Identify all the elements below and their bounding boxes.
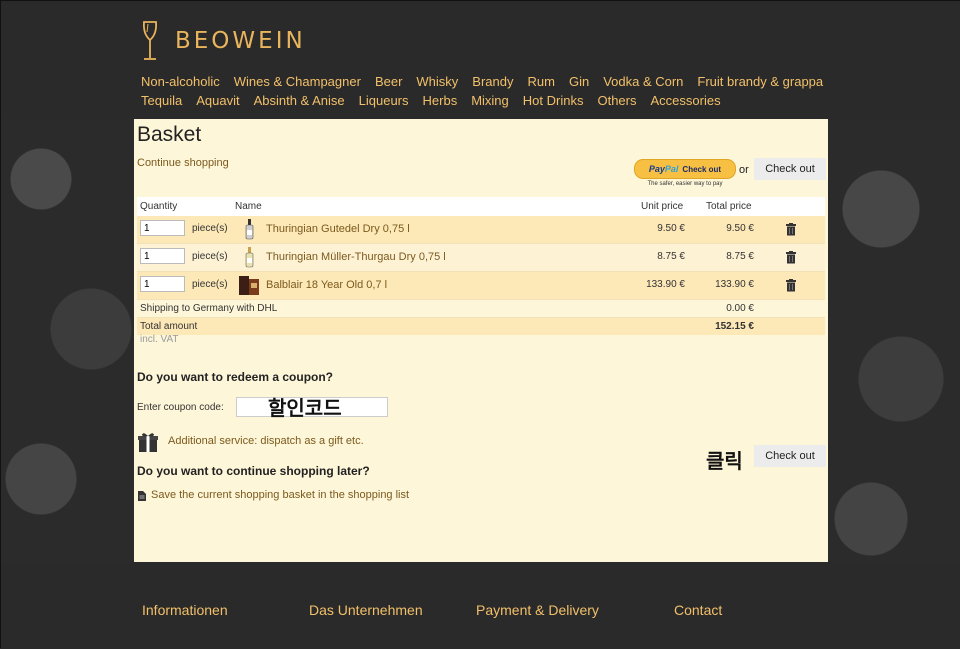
trash-icon[interactable] (785, 279, 797, 292)
nav-herbs[interactable]: Herbs (423, 92, 458, 111)
total-price: 133.90 € (715, 279, 754, 290)
table-header: Quantity Name Unit price Total price (137, 197, 825, 216)
nav-whisky[interactable]: Whisky (416, 73, 458, 92)
coupon-label: Enter coupon code: (137, 402, 224, 413)
paypal-brand-2: Pal (664, 164, 679, 174)
nav-gin[interactable]: Gin (569, 73, 589, 92)
bottle-icon (245, 247, 254, 268)
nav-aquavit[interactable]: Aquavit (196, 92, 239, 111)
nav-row-2: Tequila Aquavit Absinth & Anise Liqueurs… (141, 92, 841, 111)
unit-price: 133.90 € (646, 279, 685, 290)
nav-vodka-corn[interactable]: Vodka & Corn (603, 73, 683, 92)
unit-label: piece(s) (192, 223, 228, 234)
column-quantity: Quantity (140, 201, 178, 212)
product-link[interactable]: Balblair 18 Year Old 0,7 l (266, 279, 387, 291)
paypal-brand-1: Pay (648, 164, 665, 174)
unit-price: 8.75 € (657, 251, 685, 262)
table-row: piece(s) Thuringian Müller-Thurgau Dry 0… (137, 244, 825, 272)
bottle-icon (245, 219, 254, 240)
total-row: Total amount 152.15 € (137, 318, 825, 335)
shipping-value: 0.00 € (726, 303, 754, 314)
nav-hot-drinks[interactable]: Hot Drinks (523, 92, 584, 111)
quantity-input[interactable] (140, 276, 185, 292)
checkout-button-top[interactable]: Check out (754, 158, 826, 180)
basket-panel: Basket Continue shopping Pay Pal Check ou… (134, 119, 828, 562)
whisky-box-icon (239, 276, 259, 295)
column-total-price: Total price (706, 201, 752, 212)
nav-fruit-brandy-grappa[interactable]: Fruit brandy & grappa (697, 73, 823, 92)
shipping-row: Shipping to Germany with DHL 0.00 € (137, 300, 825, 318)
continue-later-heading: Do you want to continue shopping later? (137, 464, 370, 478)
nav-beer[interactable]: Beer (375, 73, 402, 92)
logo[interactable]: BEOWEIN (141, 19, 306, 63)
product-link[interactable]: Thuringian Müller-Thurgau Dry 0,75 l (266, 251, 446, 263)
main-nav: Non-alcoholic Wines & Champagner Beer Wh… (141, 73, 841, 111)
nav-accessories[interactable]: Accessories (650, 92, 720, 111)
gift-box-icon (138, 433, 158, 452)
nav-liqueurs[interactable]: Liqueurs (359, 92, 409, 111)
unit-label: piece(s) (192, 279, 228, 290)
unit-label: piece(s) (192, 251, 228, 262)
footer-payment-delivery[interactable]: Payment & Delivery (476, 602, 599, 618)
coupon-annotation: 할인코드 (268, 396, 342, 420)
vat-note: incl. VAT (140, 334, 179, 345)
table-row: piece(s) Balblair 18 Year Old 0,7 l 133.… (137, 272, 825, 300)
or-separator: or (739, 164, 749, 176)
footer-informationen[interactable]: Informationen (142, 602, 228, 618)
total-label: Total amount (140, 321, 198, 332)
save-basket-link[interactable]: Save the current shopping basket in the … (151, 489, 409, 501)
document-icon (138, 491, 146, 501)
paypal-checkout-button[interactable]: Pay Pal Check out (634, 159, 736, 179)
total-value: 152.15 € (715, 321, 754, 332)
nav-absinth-anise[interactable]: Absinth & Anise (254, 92, 345, 111)
continue-shopping-link[interactable]: Continue shopping (137, 157, 229, 169)
nav-row-1: Non-alcoholic Wines & Champagner Beer Wh… (141, 73, 841, 92)
nav-non-alcoholic[interactable]: Non-alcoholic (141, 73, 220, 92)
coupon-heading: Do you want to redeem a coupon? (137, 370, 334, 384)
basket-table: Quantity Name Unit price Total price pie… (137, 197, 825, 335)
site-header: BEOWEIN Non-alcoholic Wines & Champagner… (1, 1, 960, 119)
nav-brandy[interactable]: Brandy (472, 73, 513, 92)
product-link[interactable]: Thuringian Gutedel Dry 0,75 l (266, 223, 410, 235)
site-footer: Informationen Das Unternehmen Payment & … (1, 562, 960, 649)
total-price: 9.50 € (726, 223, 754, 234)
column-name: Name (235, 201, 262, 212)
unit-price: 9.50 € (657, 223, 685, 234)
click-annotation: 클릭 (706, 449, 743, 473)
nav-mixing[interactable]: Mixing (471, 92, 509, 111)
paypal-tagline: The safer, easier way to pay (647, 181, 723, 187)
nav-wines-champagner[interactable]: Wines & Champagner (234, 73, 361, 92)
column-unit-price: Unit price (641, 201, 684, 212)
quantity-input[interactable] (140, 220, 185, 236)
nav-others[interactable]: Others (597, 92, 636, 111)
nav-tequila[interactable]: Tequila (141, 92, 182, 111)
brand-name: BEOWEIN (175, 28, 306, 54)
checkout-button-bottom[interactable]: Check out (754, 445, 826, 467)
gift-service-link[interactable]: Additional service: dispatch as a gift e… (168, 435, 364, 447)
shipping-label: Shipping to Germany with DHL (140, 303, 278, 314)
trash-icon[interactable] (785, 223, 797, 236)
wine-glass-icon (142, 21, 158, 60)
page-title: Basket (137, 123, 202, 146)
paypal-button-label: Check out (682, 164, 722, 174)
trash-icon[interactable] (785, 251, 797, 264)
total-price: 8.75 € (726, 251, 754, 262)
paypal-checkout: Pay Pal Check out The safer, easier way t… (634, 159, 736, 189)
footer-das-unternehmen[interactable]: Das Unternehmen (309, 602, 423, 618)
nav-rum[interactable]: Rum (528, 73, 555, 92)
quantity-input[interactable] (140, 248, 185, 264)
footer-contact[interactable]: Contact (674, 602, 722, 618)
table-row: piece(s) Thuringian Gutedel Dry 0,75 l 9… (137, 216, 825, 244)
